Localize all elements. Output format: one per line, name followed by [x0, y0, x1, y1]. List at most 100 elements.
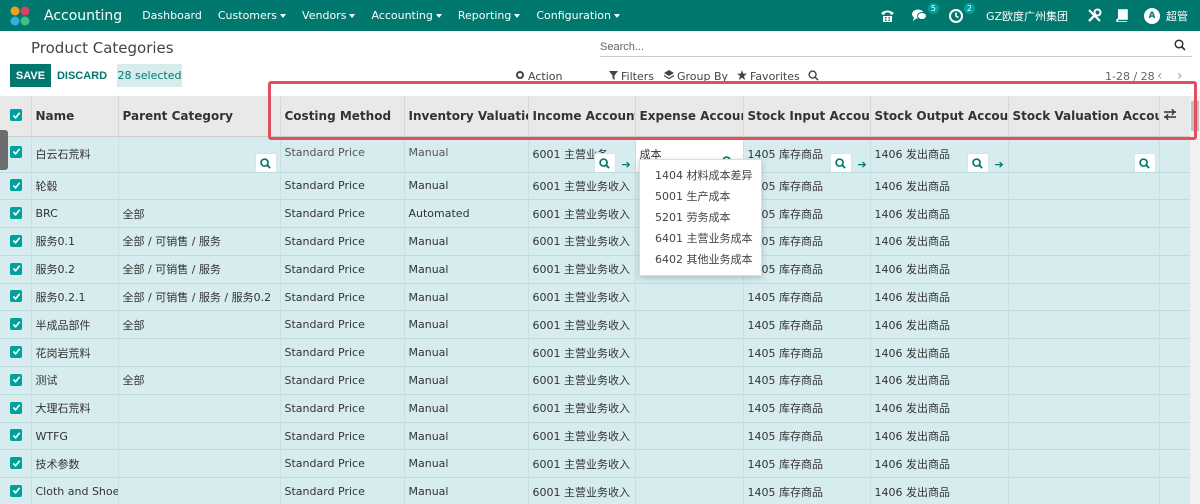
cell-costing-method[interactable]: Standard Price — [280, 199, 405, 229]
cell-name[interactable]: Cloth and Shoe — [31, 477, 119, 504]
menu-reporting[interactable]: Reporting — [458, 9, 521, 22]
cell-name[interactable]: WTFG — [31, 422, 119, 451]
search-icon[interactable] — [1174, 39, 1186, 54]
activity-clock-icon[interactable]: 2 — [948, 2, 975, 24]
cell-income-account[interactable]: 6001 主营业务收入 — [528, 422, 636, 451]
column-header-stock-valuation-account[interactable]: Stock Valuation Account — [1008, 96, 1160, 137]
pager-value[interactable]: 1-28 / 28 — [1105, 70, 1155, 83]
autocomplete-option[interactable]: 1404 材料成本差异 — [640, 166, 761, 187]
chat-icon[interactable]: 5 — [912, 2, 939, 24]
cell-inventory-valuation[interactable]: Manual — [404, 477, 529, 504]
cell-stock-valuation-account[interactable] — [1008, 172, 1160, 201]
user-menu[interactable]: 超管 — [1166, 8, 1188, 24]
pager-previous-icon[interactable]: ‹ — [1157, 68, 1163, 84]
cell-stock-input-account[interactable]: 1405 库存商品 — [743, 449, 871, 479]
table-row-editing[interactable]: 白云石荒料 Standard Price Manual 6001 主营业务 ➔ … — [0, 136, 1190, 173]
row-checkbox[interactable] — [0, 477, 32, 504]
app-logo-icon[interactable] — [9, 5, 31, 27]
column-header-costing-method[interactable]: Costing Method — [280, 96, 405, 137]
search-more-icon[interactable] — [829, 152, 852, 171]
cell-inventory-valuation[interactable]: Manual — [404, 338, 529, 368]
open-record-arrow-icon[interactable]: ➔ — [995, 158, 1004, 171]
table-row[interactable]: BRC 全部 Standard Price Automated 6001 主营业务收入 1… — [0, 199, 1190, 229]
cell-costing-method[interactable]: Standard Price — [280, 422, 405, 451]
cell-stock-input-account[interactable]: 1405 库存商品 — [743, 477, 871, 504]
table-row[interactable]: 服务0.2.1 全部 / 可销售 / 服务 / 服务0.2 Standard Pri… — [0, 283, 1190, 312]
cell-expense-account[interactable] — [635, 338, 744, 368]
cell-income-account[interactable]: 6001 主营业务收入 — [528, 255, 636, 284]
pager-next-icon[interactable]: › — [1177, 68, 1183, 84]
cell-parent-category[interactable] — [118, 172, 281, 201]
column-header-expense-account[interactable]: Expense Account — [635, 96, 744, 137]
row-checkbox[interactable] — [0, 310, 32, 340]
stock-valuation-account-field[interactable] — [1008, 136, 1160, 173]
documentation-book-icon[interactable] — [1114, 8, 1130, 24]
cell-stock-input-account[interactable]: 1405 库存商品 — [743, 310, 871, 340]
cell-stock-input-account[interactable]: 1405 库存商品 — [743, 172, 871, 201]
row-checkbox[interactable] — [0, 366, 32, 395]
discard-button[interactable]: DISCARD — [56, 64, 108, 87]
cell-stock-valuation-account[interactable] — [1008, 477, 1160, 504]
open-record-arrow-icon[interactable]: ➔ — [622, 158, 631, 171]
cell-inventory-valuation[interactable]: Manual — [404, 172, 529, 201]
row-checkbox[interactable] — [0, 422, 32, 451]
cell-costing-method[interactable]: Standard Price — [280, 310, 405, 340]
cell-expense-account[interactable] — [635, 366, 744, 395]
cell-inventory-valuation[interactable]: Manual — [404, 255, 529, 284]
cell-stock-output-account[interactable]: 1406 发出商品 — [870, 310, 1009, 340]
cell-stock-output-account[interactable]: 1406 发出商品 — [870, 255, 1009, 284]
action-dropdown[interactable]: Action — [515, 70, 562, 83]
table-row[interactable]: 服务0.2 全部 / 可销售 / 服务 Standard Price Manual 60… — [0, 255, 1190, 284]
cell-stock-valuation-account[interactable] — [1008, 449, 1160, 479]
row-checkbox[interactable] — [0, 255, 32, 284]
cell-costing-method[interactable]: Standard Price — [280, 255, 405, 284]
cell-income-account[interactable]: 6001 主营业务收入 — [528, 199, 636, 229]
cell-income-account[interactable]: 6001 主营业务收入 — [528, 338, 636, 368]
autocomplete-option[interactable]: 5201 劳务成本 — [640, 208, 761, 229]
table-row[interactable]: 花岗岩荒料 Standard Price Manual 6001 主营业务收入 1405… — [0, 338, 1190, 368]
cell-stock-output-account[interactable]: 1406 发出商品 — [870, 172, 1009, 201]
cell-parent-category[interactable]: 全部 — [118, 310, 281, 340]
table-row[interactable]: 服务0.1 全部 / 可销售 / 服务 Standard Price Manual 60… — [0, 227, 1190, 256]
menu-accounting[interactable]: Accounting — [371, 9, 442, 22]
cell-name[interactable]: BRC — [31, 199, 119, 229]
cell-costing-method[interactable]: Standard Price — [280, 227, 405, 256]
table-row[interactable]: 半成品部件 全部 Standard Price Manual 6001 主营业务收入 14… — [0, 310, 1190, 340]
cell-name[interactable]: 半成品部件 — [31, 310, 119, 340]
cell-costing-method[interactable]: Standard Price — [280, 338, 405, 368]
cell-stock-output-account[interactable]: 1406 发出商品 — [870, 449, 1009, 479]
cell-stock-output-account[interactable]: 1406 发出商品 — [870, 394, 1009, 423]
cell-parent-category[interactable]: 全部 — [118, 366, 281, 395]
cell-expense-account[interactable] — [635, 394, 744, 423]
column-header-name[interactable]: Name — [31, 96, 119, 137]
cell-inventory-valuation[interactable]: Automated — [404, 199, 529, 229]
table-row[interactable]: WTFG Standard Price Manual 6001 主营业务收入 1405 … — [0, 422, 1190, 451]
side-panel-tab[interactable] — [0, 130, 8, 170]
cell-parent-category[interactable] — [118, 449, 281, 479]
column-header-inventory-valuation[interactable]: Inventory Valuation — [404, 96, 529, 137]
open-record-arrow-icon[interactable]: ➔ — [858, 158, 867, 171]
search-more-icon[interactable] — [254, 152, 277, 171]
cell-costing-method[interactable]: Standard Price — [280, 283, 405, 312]
search-input[interactable] — [600, 40, 1174, 53]
cell-stock-input-account[interactable]: 1405 库存商品 — [743, 338, 871, 368]
cell-stock-valuation-account[interactable] — [1008, 338, 1160, 368]
cell-income-account[interactable]: 6001 主营业务收入 — [528, 366, 636, 395]
cell-parent-category[interactable]: 全部 / 可销售 / 服务 — [118, 227, 281, 256]
row-checkbox[interactable] — [0, 172, 32, 201]
table-row[interactable]: 大理石荒料 Standard Price Manual 6001 主营业务收入 1405… — [0, 394, 1190, 423]
favorites-dropdown[interactable]: Favorites — [737, 70, 800, 83]
cell-income-account[interactable]: 6001 主营业务收入 — [528, 172, 636, 201]
scrollbar-track[interactable] — [1190, 96, 1200, 504]
cell-income-account[interactable]: 6001 主营业务收入 — [528, 394, 636, 423]
row-checkbox[interactable] — [0, 199, 32, 229]
cell-costing-method[interactable]: Standard Price — [280, 449, 405, 479]
cell-name[interactable]: 测试 — [31, 366, 119, 395]
cell-parent-category[interactable] — [118, 477, 281, 504]
autocomplete-option[interactable]: 5001 生产成本 — [640, 187, 761, 208]
costing-method-field[interactable]: Standard Price — [280, 136, 405, 173]
cell-stock-valuation-account[interactable] — [1008, 422, 1160, 451]
table-row[interactable]: 轮毂 Standard Price Manual 6001 主营业务收入 1405 库存… — [0, 172, 1190, 201]
parent-category-field[interactable] — [118, 136, 281, 173]
cell-stock-valuation-account[interactable] — [1008, 283, 1160, 312]
